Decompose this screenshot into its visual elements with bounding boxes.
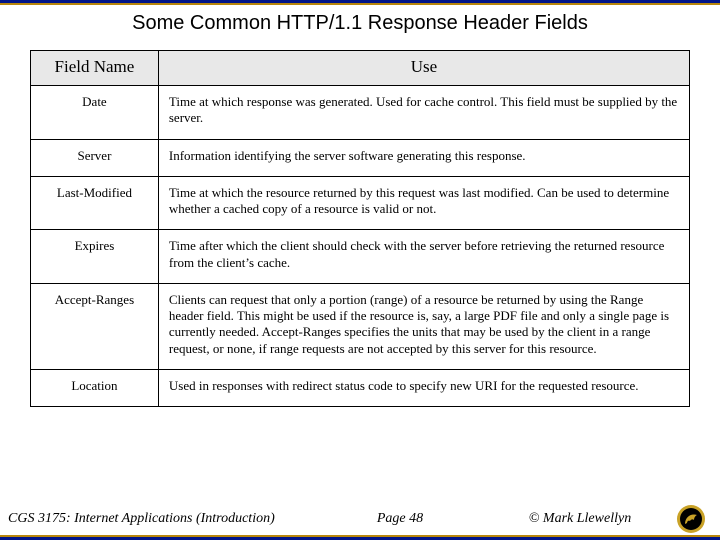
cell-use: Clients can request that only a portion … bbox=[158, 283, 689, 369]
cell-use: Time at which response was generated. Us… bbox=[158, 86, 689, 140]
cell-field-name: Accept-Ranges bbox=[31, 283, 159, 369]
footer-page: Page 48 bbox=[310, 511, 490, 527]
cell-use: Time after which the client should check… bbox=[158, 230, 689, 284]
footer-course: CGS 3175: Internet Applications (Introdu… bbox=[8, 511, 310, 527]
cell-use: Information identifying the server softw… bbox=[158, 139, 689, 176]
table-row: Accept-Ranges Clients can request that o… bbox=[31, 283, 690, 369]
footer-copyright: © Mark Llewellyn bbox=[490, 511, 670, 527]
col-header-use: Use bbox=[158, 51, 689, 86]
table-row: Date Time at which response was generate… bbox=[31, 86, 690, 140]
footer: CGS 3175: Internet Applications (Introdu… bbox=[0, 504, 720, 534]
cell-field-name: Last-Modified bbox=[31, 176, 159, 230]
cell-use: Used in responses with redirect status c… bbox=[158, 369, 689, 406]
table-row: Server Information identifying the serve… bbox=[31, 139, 690, 176]
cell-use: Time at which the resource returned by t… bbox=[158, 176, 689, 230]
table-row: Location Used in responses with redirect… bbox=[31, 369, 690, 406]
table-row: Last-Modified Time at which the resource… bbox=[31, 176, 690, 230]
table-header-row: Field Name Use bbox=[31, 51, 690, 86]
slide: Some Common HTTP/1.1 Response Header Fie… bbox=[0, 0, 720, 540]
cell-field-name: Location bbox=[31, 369, 159, 406]
slide-title: Some Common HTTP/1.1 Response Header Fie… bbox=[0, 12, 720, 35]
rule-top-gold bbox=[0, 3, 720, 5]
table-row: Expires Time after which the client shou… bbox=[31, 230, 690, 284]
col-header-field-name: Field Name bbox=[31, 51, 159, 86]
ucf-pegasus-logo-icon bbox=[676, 504, 706, 534]
headers-table: Field Name Use Date Time at which respon… bbox=[30, 50, 690, 407]
cell-field-name: Date bbox=[31, 86, 159, 140]
cell-field-name: Expires bbox=[31, 230, 159, 284]
cell-field-name: Server bbox=[31, 139, 159, 176]
